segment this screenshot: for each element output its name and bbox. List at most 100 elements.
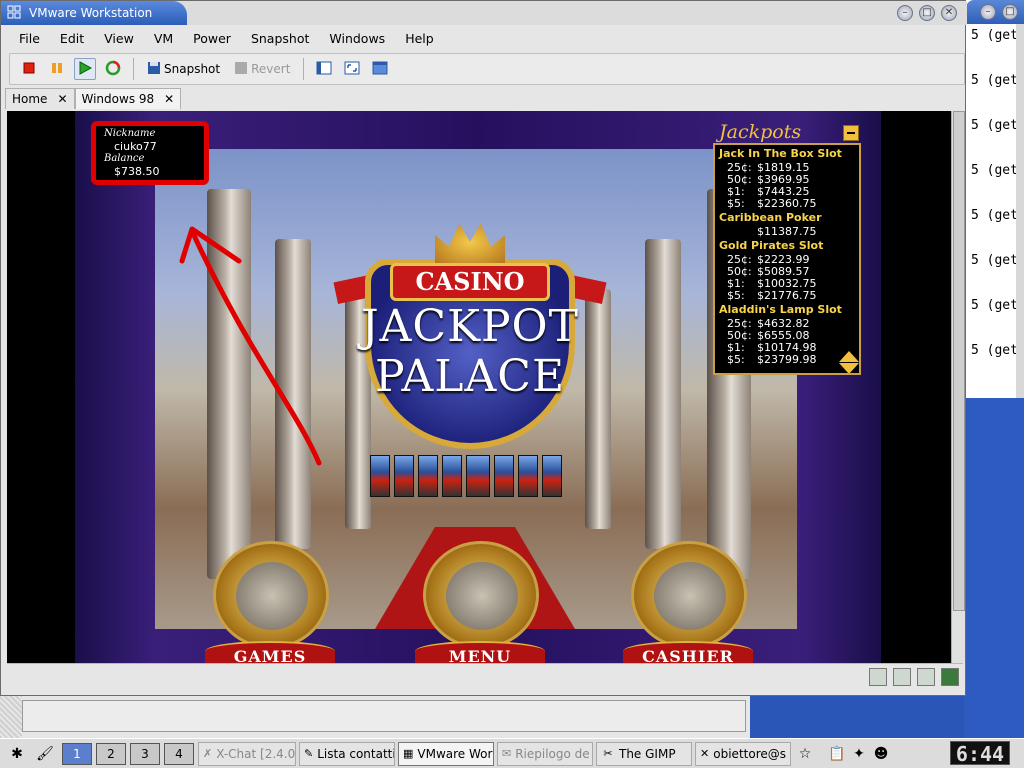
toolbar-separator (133, 58, 134, 80)
fullscreen-icon (344, 61, 360, 78)
power-off-button[interactable] (18, 58, 40, 80)
close-icon[interactable]: ✕ (941, 5, 957, 21)
close-icon[interactable]: ✕ (164, 92, 174, 106)
vmware-window: VMware Workstation – □ ✕ File Edit View … (0, 0, 967, 696)
console-vertical-scrollbar[interactable] (951, 111, 965, 663)
tab-label: Windows 98 (81, 92, 155, 106)
window-icon (316, 61, 332, 78)
desktop-icon[interactable]: 🖌 (34, 743, 56, 765)
toolbar: Snapshot Revert (9, 53, 965, 85)
task-label: Riepilogo de (515, 746, 590, 761)
menu-bar: File Edit View VM Power Snapshot Windows… (9, 27, 965, 49)
menu-file[interactable]: File (9, 31, 50, 46)
menu-power[interactable]: Power (183, 31, 241, 46)
vmware-icon: ▦ (403, 747, 414, 760)
suspend-button[interactable] (46, 58, 68, 80)
task-terminal[interactable]: ✕ obiettore@s (695, 741, 791, 766)
terminal-line: 5 (get (971, 73, 1018, 88)
floppy-icon (147, 61, 161, 78)
task-label: VMware Wor (417, 746, 493, 761)
background-terminal-window: 5 (get 5 (get 5 (get 5 (get 5 (get 5 (ge… (964, 0, 1024, 398)
terminal-icon: ✕ (700, 747, 710, 760)
task-gimp[interactable]: ✂ The GIMP (596, 741, 692, 766)
kde-menu-icon[interactable]: ✱ (6, 743, 28, 765)
terminal-line: 5 (get (971, 343, 1018, 358)
pager-desktop-4[interactable]: 4 (164, 742, 194, 765)
minimize-icon[interactable]: – (980, 4, 996, 20)
pager-desktop-2[interactable]: 2 (96, 742, 126, 765)
menu-view[interactable]: View (94, 31, 144, 46)
network-icon[interactable] (941, 668, 959, 686)
snapshot-label: Snapshot (164, 62, 221, 76)
revert-button[interactable]: Revert (230, 61, 294, 78)
title-tab[interactable]: VMware Workstation (1, 1, 187, 25)
tab-label: Home (12, 92, 48, 106)
snapshot-button[interactable]: Snapshot (143, 61, 224, 78)
menu-help[interactable]: Help (395, 31, 444, 46)
floppy-drive-icon[interactable] (893, 668, 911, 686)
toolbar-separator (303, 58, 305, 80)
terminal-scrollbar[interactable] (1016, 0, 1024, 398)
menu-windows[interactable]: Windows (319, 31, 395, 46)
task-label: Lista contatti (317, 746, 395, 761)
scrollbar-thumb[interactable] (953, 111, 965, 611)
summary-button[interactable] (369, 58, 391, 80)
window-titlebar[interactable]: VMware Workstation – □ ✕ (1, 1, 967, 25)
task-riepilogo[interactable]: ✉ Riepilogo de (497, 741, 593, 766)
menu-snapshot[interactable]: Snapshot (241, 31, 319, 46)
xchat-icon: ✗ (203, 747, 213, 760)
pause-icon (51, 62, 63, 77)
window-title: VMware Workstation (29, 6, 153, 20)
close-icon[interactable]: ✕ (57, 92, 67, 106)
cdrom-icon[interactable] (917, 668, 935, 686)
menu-vm[interactable]: VM (144, 31, 183, 46)
tab-windows-98[interactable]: Windows 98 ✕ (74, 88, 182, 109)
background-window-panel (22, 700, 746, 732)
tab-bar: Home ✕ Windows 98 ✕ (5, 87, 965, 109)
mail-icon: ✉ (502, 747, 512, 760)
maximize-icon[interactable]: □ (919, 5, 935, 21)
terminal-line: 5 (get (971, 28, 1018, 43)
task-xchat[interactable]: ✗ X-Chat [2.4.0 (198, 741, 296, 766)
tab-home[interactable]: Home ✕ (5, 88, 75, 109)
task-vmware[interactable]: ▦ VMware Wor (398, 741, 494, 766)
contacts-icon: ✎ (304, 747, 314, 760)
annotation-arrow-icon (179, 226, 322, 466)
star-icon[interactable]: ☆ (794, 743, 816, 765)
desktop-background (964, 398, 1024, 738)
background-window-titlebar[interactable]: – □ (966, 0, 1024, 24)
gimp-icon: ✂ (603, 747, 613, 760)
vm-console-screen[interactable]: CASINO JACKPOT PALACE GAMES MENU CASHIER… (7, 111, 951, 663)
terminal-line: 5 (get (971, 163, 1018, 178)
vmware-app-icon (7, 5, 21, 22)
task-label: obiettore@s (713, 746, 786, 761)
taskbar: ✱ 🖌 1 2 3 4 ✗ X-Chat [2.4.0 ✎ Lista contat… (0, 738, 1024, 768)
terminal-line: 5 (get (971, 208, 1018, 223)
task-label: X-Chat [2.4.0 (216, 746, 296, 761)
reset-button[interactable] (102, 58, 124, 80)
user-tray-icon[interactable]: ☻ (870, 743, 892, 765)
klipper-icon[interactable]: 📋 (826, 743, 848, 765)
quick-switch-button[interactable] (313, 58, 335, 80)
power-on-button[interactable] (74, 58, 96, 80)
printer-icon[interactable] (869, 668, 887, 686)
revert-icon (234, 61, 248, 78)
terminal-line: 5 (get (971, 298, 1018, 313)
minimize-icon[interactable]: – (897, 5, 913, 21)
window-edge (0, 696, 22, 738)
revert-label: Revert (251, 62, 291, 76)
full-screen-button[interactable] (341, 58, 363, 80)
terminal-line: 5 (get (971, 253, 1018, 268)
console-icon (372, 61, 388, 78)
task-lista-contatti[interactable]: ✎ Lista contatti (299, 741, 395, 766)
stop-icon (23, 62, 35, 77)
clock[interactable]: 6:44 (950, 741, 1010, 766)
refresh-icon (105, 60, 121, 79)
pager-desktop-3[interactable]: 3 (130, 742, 160, 765)
task-label: The GIMP (619, 746, 676, 761)
status-bar (7, 663, 963, 691)
network-tray-icon[interactable]: ✦ (848, 743, 870, 765)
maximize-icon[interactable]: □ (1002, 4, 1018, 20)
pager-desktop-1[interactable]: 1 (62, 742, 92, 765)
menu-edit[interactable]: Edit (50, 31, 94, 46)
